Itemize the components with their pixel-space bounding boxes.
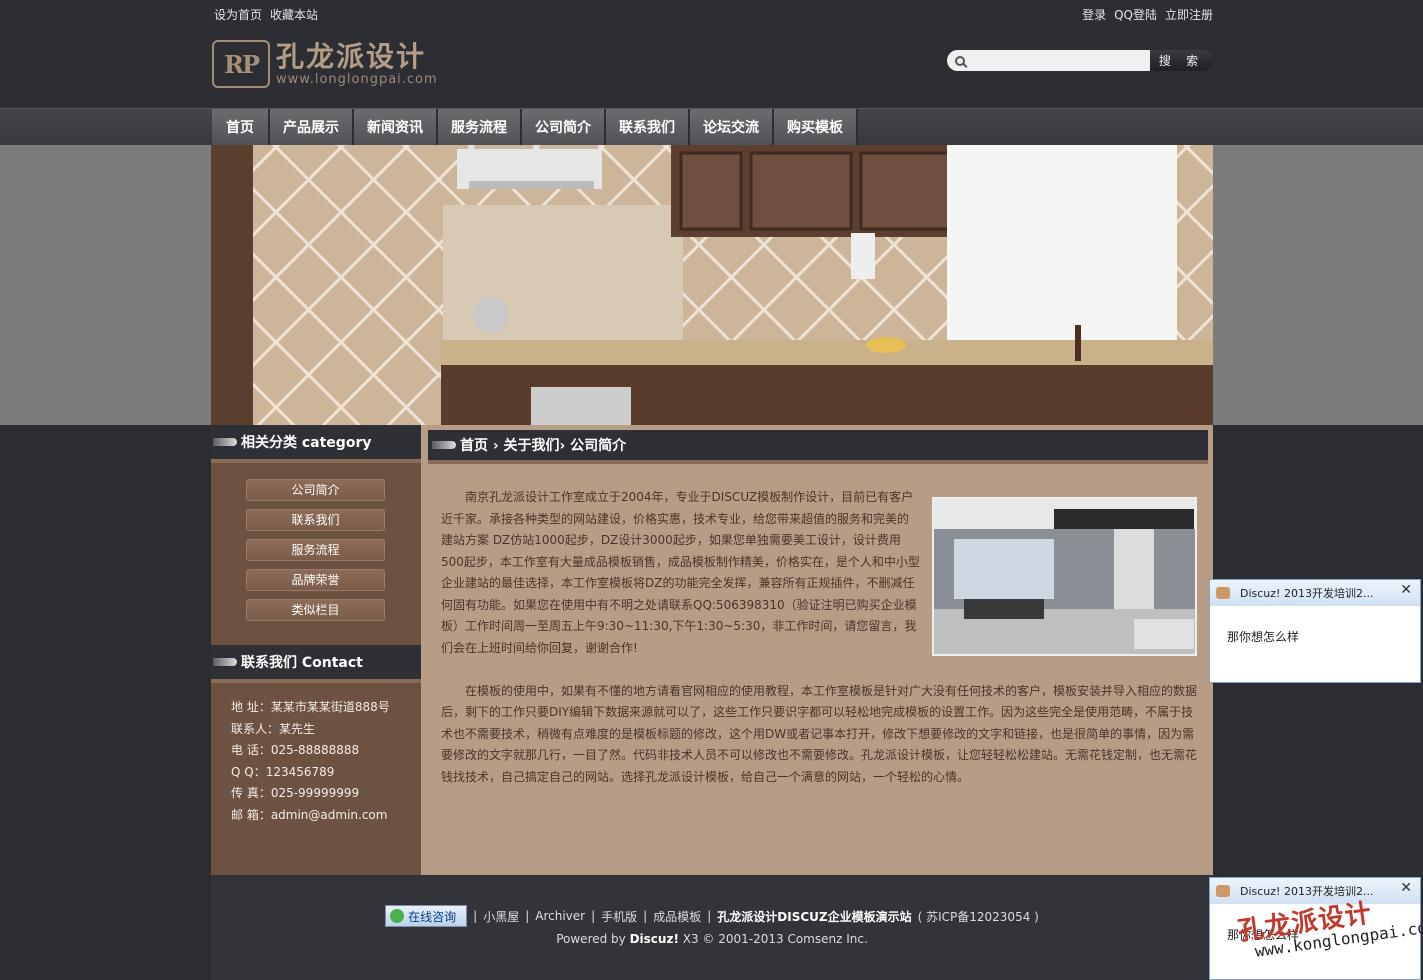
separator: | (707, 909, 712, 923)
chat-popup-title: Discuz! 2013开发培训2... (1240, 587, 1374, 600)
footer-link-blackroom[interactable]: 小黑屋 (483, 908, 519, 925)
logo-mark-icon: RP (212, 40, 270, 88)
breadcrumb-text: 首页 › 关于我们› 公司简介 (460, 438, 627, 454)
powered-suffix: X3 © 2001-2013 Comsenz Inc. (678, 932, 868, 946)
close-icon[interactable]: ✕ (1400, 582, 1412, 598)
nav-products[interactable]: 产品展示 (270, 109, 354, 145)
contact-phone: 电 话：025-88888888 (231, 743, 360, 757)
online-consult-button[interactable]: 在线咨询 (385, 905, 468, 927)
contact-email: 邮 箱：admin@admin.com (231, 807, 388, 822)
nav-about[interactable]: 公司简介 (522, 109, 606, 145)
top-left-links: 设为首页 收藏本站 (214, 6, 318, 23)
register-link[interactable]: 立即注册 (1165, 6, 1213, 23)
footer-site-name[interactable]: 孔龙派设计DISCUZ企业模板演示站 (717, 908, 911, 925)
contact-info: 地 址：某某市某某街道888号 联系人：某先生 电 话：025-88888888… (211, 683, 421, 826)
contact-title: 联系我们 Contact (241, 655, 363, 671)
search-button[interactable]: 搜 索 (1150, 50, 1213, 71)
set-homepage-link[interactable]: 设为首页 (214, 6, 262, 23)
article-paragraph-2: 在模板的使用中，如果有不懂的地方请看官网相应的使用教程，本工作室模板是针对广大没… (441, 683, 1198, 784)
top-header: 设为首页 收藏本站 登录 QQ登陆 立即注册 RP 孔龙派设计 www.long… (0, 0, 1423, 108)
footer-link-templates[interactable]: 成品模板 (653, 908, 701, 925)
discuz-link[interactable]: Discuz! (630, 932, 679, 946)
contact-fax: 传 真：025-99999999 (231, 786, 360, 800)
search-bar: 搜 索 (947, 50, 1213, 71)
chat-user-icon (1216, 587, 1230, 599)
nav-forum[interactable]: 论坛交流 (690, 109, 774, 145)
contact-qq: Q Q：123456789 (231, 764, 335, 779)
logo-name: 孔龙派设计 (276, 39, 427, 73)
contact-address: 地 址：某某市某某街道888号 (231, 700, 390, 714)
nav-buy-template[interactable]: 购买模板 (774, 109, 858, 145)
qq-login-link[interactable]: QQ登陆 (1114, 6, 1157, 23)
search-box (947, 50, 1150, 71)
office-photo (932, 497, 1197, 656)
nav-service-process[interactable]: 服务流程 (438, 109, 522, 145)
logo-text: 孔龙派设计 www.longlongpai.com (276, 39, 438, 87)
contact-person: 联系人：某先生 (231, 721, 316, 736)
footer: 在线咨询 | 小黑屋 | Archiver | 手机版 | 成品模板 | 孔龙派… (211, 875, 1213, 980)
separator: | (525, 909, 530, 923)
footer-icp: ( 苏ICP备12023054 ) (917, 909, 1039, 924)
footer-link-archiver[interactable]: Archiver (535, 909, 585, 923)
category-title: 相关分类 category (241, 435, 372, 451)
consult-icon (390, 909, 405, 923)
main-navbar: 首页 产品展示 新闻资讯 服务流程 公司简介 联系我们 论坛交流 购买模板 (0, 108, 1423, 145)
chat-popup: Discuz! 2013开发培训2... ✕ 那你想怎么样 (1209, 579, 1421, 683)
site-logo[interactable]: RP 孔龙派设计 www.longlongpai.com (212, 38, 474, 90)
search-icon (955, 55, 965, 66)
category-item-process[interactable]: 服务流程 (246, 539, 385, 561)
online-consult-label: 在线咨询 (408, 909, 457, 924)
bullet-icon (213, 438, 237, 446)
logo-url: www.longlongpai.com (276, 71, 438, 87)
separator: | (591, 909, 596, 923)
category-item-contact[interactable]: 联系我们 (246, 509, 385, 531)
main-content: 首页 › 关于我们› 公司简介 南京孔龙派设计工作室成立于2004年，专业于DI… (421, 425, 1213, 875)
sidebar: 相关分类 category 公司简介 联系我们 服务流程 品牌荣誉 类似栏目 联… (211, 425, 421, 875)
login-link[interactable]: 登录 (1082, 6, 1106, 23)
chat-popup-message: 那你想怎么样 (1227, 630, 1300, 644)
footer-link-mobile[interactable]: 手机版 (601, 908, 637, 925)
chat-popup-titlebar: Discuz! 2013开发培训2... (1210, 580, 1420, 606)
search-input[interactable] (971, 51, 1141, 70)
bullet-icon (432, 441, 456, 449)
bullet-icon (213, 658, 237, 666)
nav-home[interactable]: 首页 (212, 109, 270, 145)
bookmark-link[interactable]: 收藏本站 (270, 6, 318, 23)
powered-by: Powered by Discuz! X3 © 2001-2013 Comsen… (211, 932, 1213, 946)
chat-user-icon (1216, 885, 1230, 897)
article-body: 南京孔龙派设计工作室成立于2004年，专业于DISCUZ模板制作设计，目前已有客… (441, 487, 1197, 810)
contact-header: 联系我们 Contact (211, 645, 421, 683)
category-item-honor[interactable]: 品牌荣誉 (246, 569, 385, 591)
nav-contact[interactable]: 联系我们 (606, 109, 690, 145)
breadcrumb: 首页 › 关于我们› 公司简介 (428, 430, 1208, 464)
footer-links: 在线咨询 | 小黑屋 | Archiver | 手机版 | 成品模板 | 孔龙派… (211, 905, 1213, 927)
top-right-links: 登录 QQ登陆 立即注册 (1082, 6, 1213, 23)
separator: | (473, 909, 478, 923)
category-list: 公司简介 联系我们 服务流程 品牌荣誉 类似栏目 (211, 463, 421, 639)
separator: | (643, 909, 648, 923)
powered-prefix: Powered by (556, 932, 630, 946)
nav-news[interactable]: 新闻资讯 (354, 109, 438, 145)
kitchen-banner-image (211, 145, 1213, 425)
main-nav: 首页 产品展示 新闻资讯 服务流程 公司简介 联系我们 论坛交流 购买模板 (212, 109, 858, 145)
category-header: 相关分类 category (211, 425, 421, 463)
category-item-similar[interactable]: 类似栏目 (246, 599, 385, 621)
category-item-about[interactable]: 公司简介 (246, 479, 385, 501)
